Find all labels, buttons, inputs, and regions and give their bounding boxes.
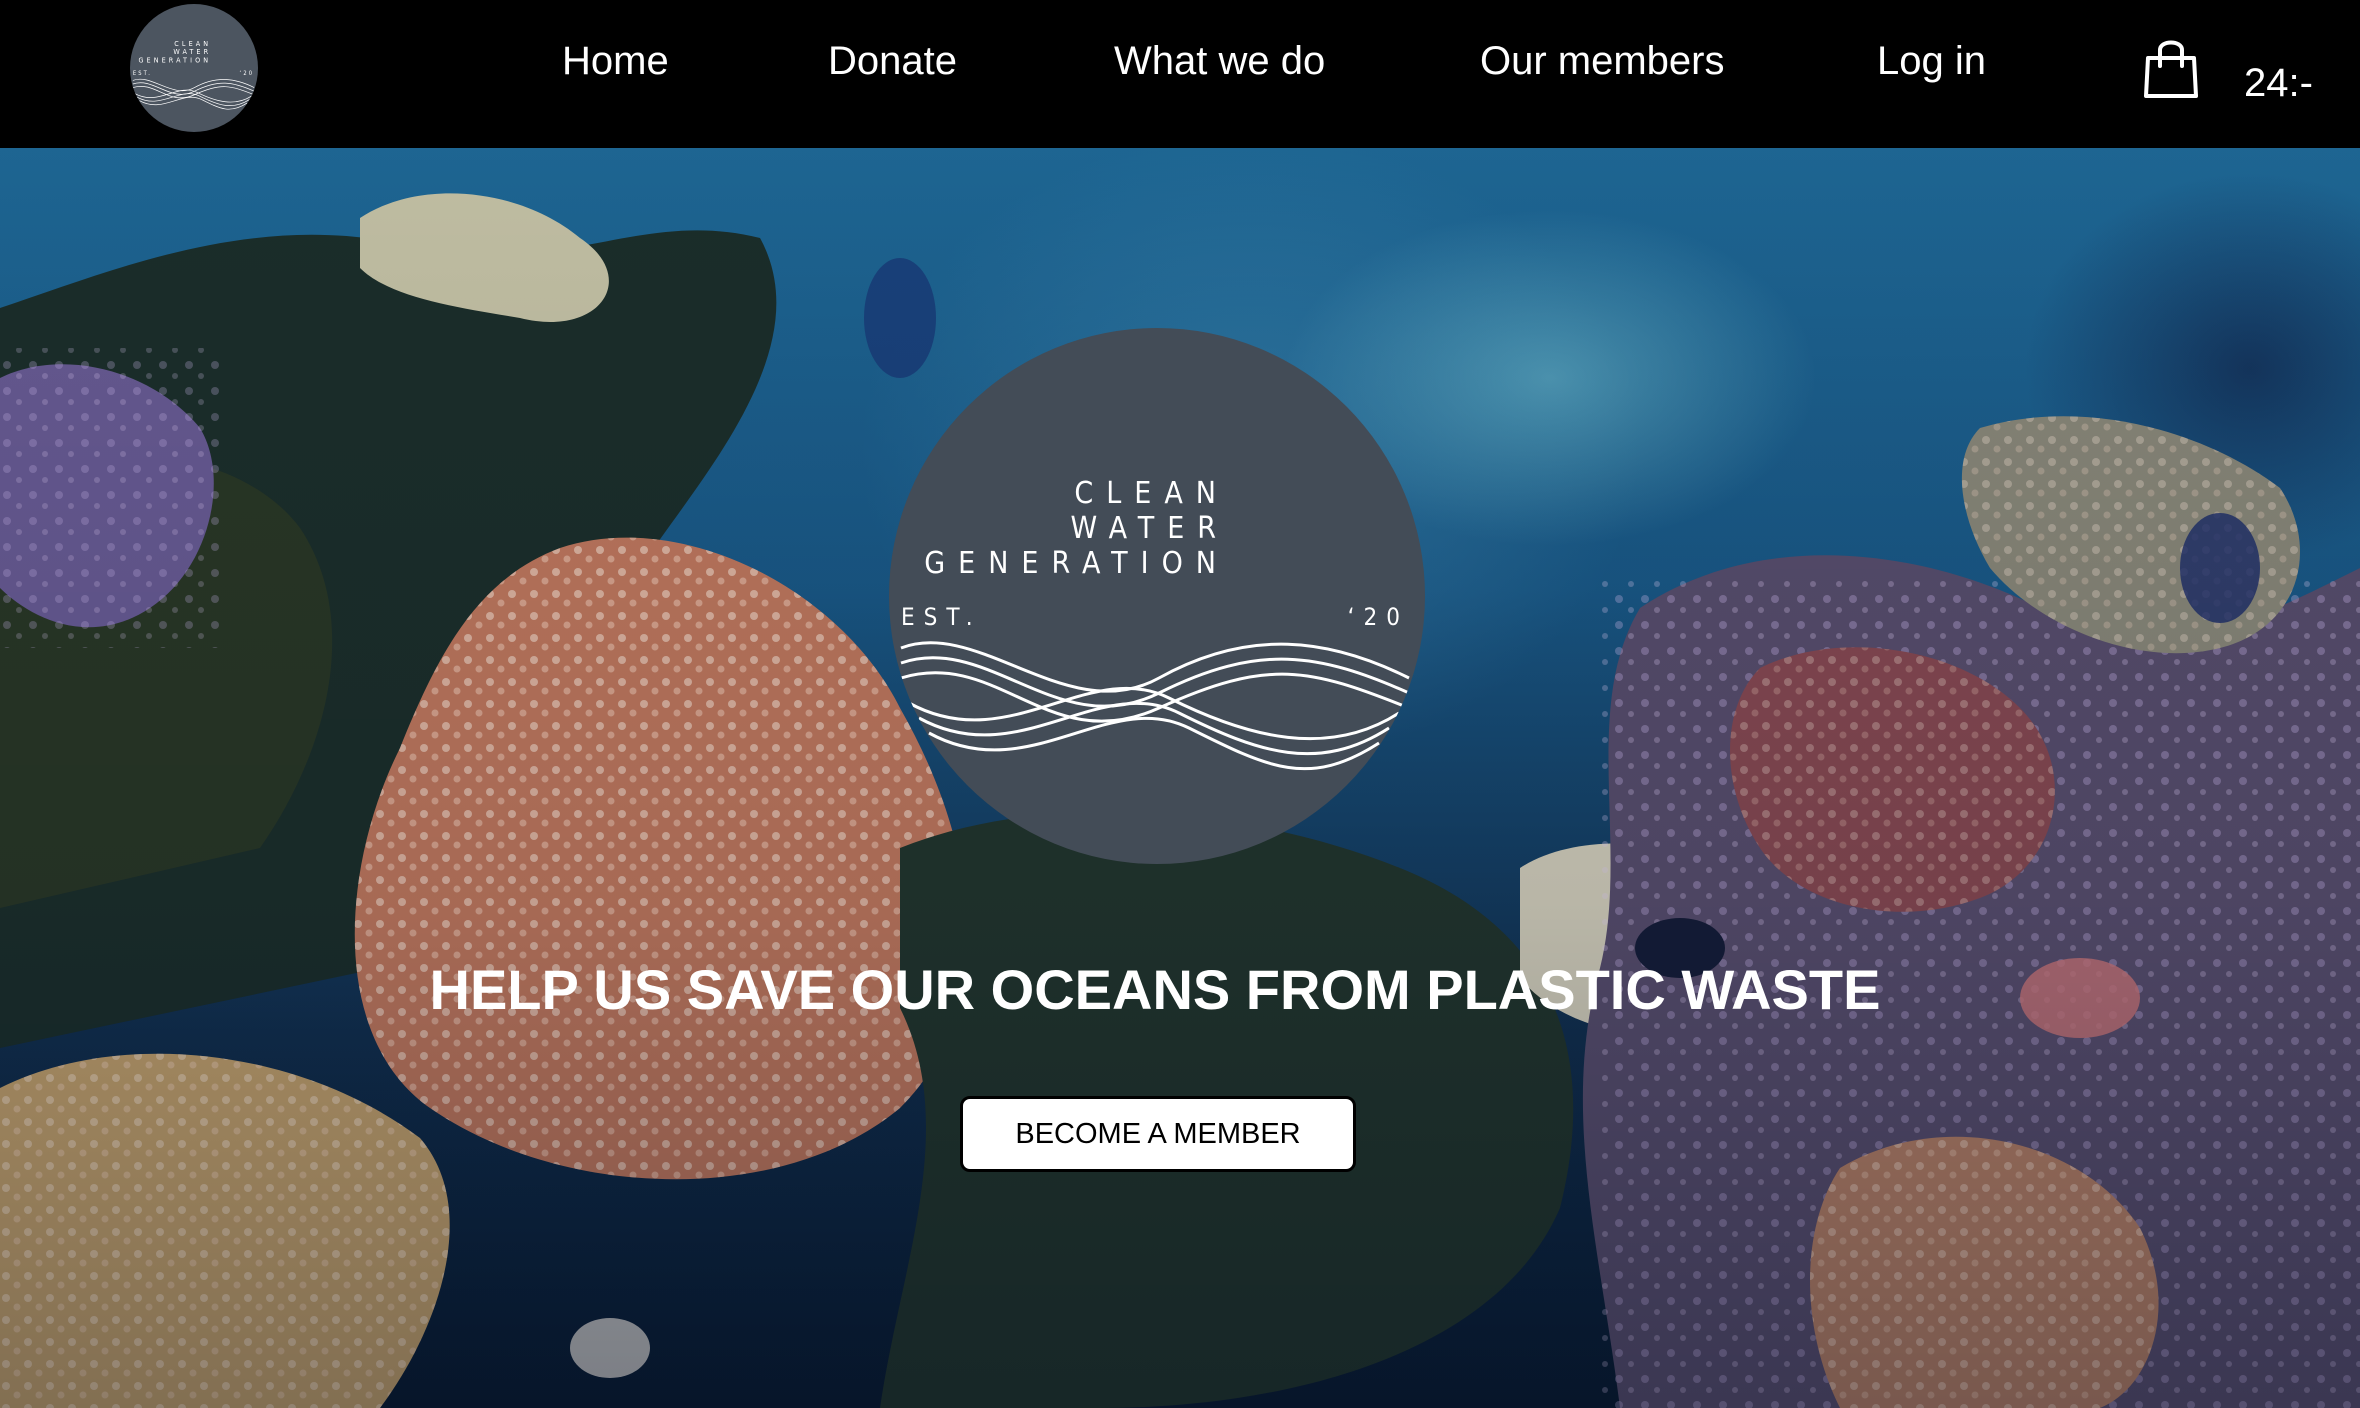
svg-text:CLEAN: CLEAN bbox=[174, 39, 211, 48]
svg-text:WATER: WATER bbox=[173, 47, 211, 56]
clean-water-generation-emblem: CLEAN WATER GENERATION EST. ‘20 bbox=[900, 476, 1410, 771]
logo-text-est: EST. bbox=[901, 603, 982, 631]
logo-text-clean: CLEAN bbox=[1074, 476, 1229, 511]
logo-text-year: ‘20 bbox=[1348, 603, 1409, 631]
cart-total[interactable]: 24:- bbox=[2244, 60, 2313, 106]
logo-text-generation: GENERATION bbox=[924, 546, 1229, 581]
top-navigation-bar: CLEAN WATER GENERATION EST. ‘20 Home Don… bbox=[0, 0, 2360, 148]
nav-log-in-link[interactable]: Log in bbox=[1877, 38, 1986, 84]
hero-section: CLEAN WATER GENERATION EST. ‘20 HELP US … bbox=[0, 148, 2360, 1408]
svg-text:‘20: ‘20 bbox=[240, 71, 255, 77]
site-logo[interactable]: CLEAN WATER GENERATION EST. ‘20 bbox=[130, 4, 258, 132]
svg-text:GENERATION: GENERATION bbox=[138, 56, 211, 65]
hero-heading: HELP US SAVE OUR OCEANS FROM PLASTIC WAS… bbox=[429, 958, 1881, 1021]
nav-our-members-link[interactable]: Our members bbox=[1480, 38, 1725, 84]
svg-text:EST.: EST. bbox=[133, 71, 152, 77]
logo-text-water: WATER bbox=[1071, 511, 1229, 546]
nav-home-link[interactable]: Home bbox=[562, 38, 669, 84]
shopping-bag-icon[interactable] bbox=[2142, 36, 2200, 100]
hero-logo: CLEAN WATER GENERATION EST. ‘20 bbox=[889, 328, 1425, 864]
become-member-button[interactable]: BECOME A MEMBER bbox=[960, 1096, 1356, 1172]
logo-mark: CLEAN WATER GENERATION EST. ‘20 bbox=[132, 39, 255, 110]
nav-what-we-do-link[interactable]: What we do bbox=[1114, 38, 1325, 84]
nav-donate-link[interactable]: Donate bbox=[828, 38, 957, 84]
wave-lines-icon bbox=[900, 641, 1410, 771]
